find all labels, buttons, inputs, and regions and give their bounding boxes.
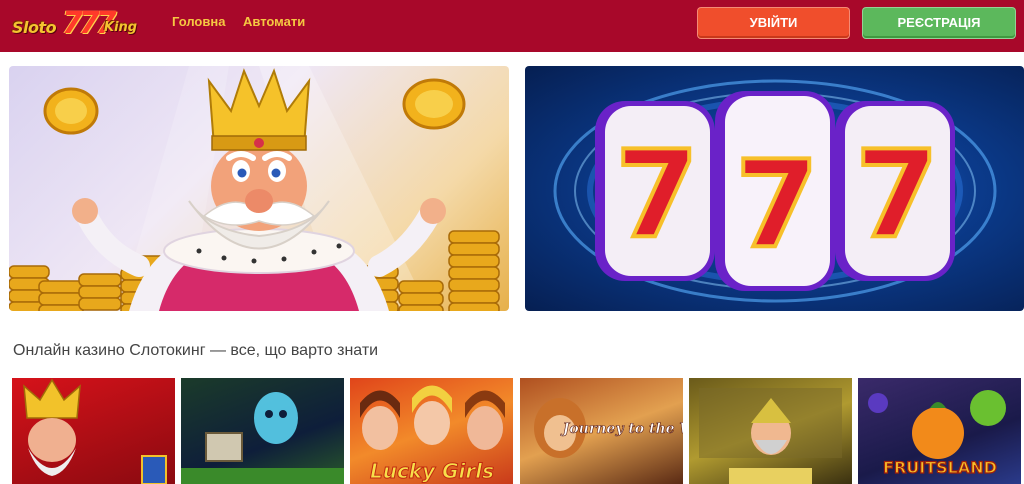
slotoking-logo[interactable]: Sloto 777 King [12, 6, 144, 42]
crown-icon [23, 378, 81, 419]
dwarf-game-art [699, 388, 842, 484]
ghost-game-art [181, 392, 344, 484]
register-button[interactable]: РЕЄСТРАЦІЯ [862, 7, 1016, 39]
fruitsland-game-art: FRUITSLAND [868, 390, 1006, 478]
seven-symbol-icon: 7 [615, 126, 699, 265]
orange-icon [912, 407, 964, 459]
journey-west-game-art: Journey to the West [534, 398, 683, 458]
king-coins-banner[interactable] [9, 66, 509, 311]
game-tile-journey-west[interactable]: Journey to the West [520, 378, 683, 484]
lucky-girls-logo-text: Lucky Girls [370, 459, 494, 483]
lime-icon [970, 390, 1006, 426]
page-title: Онлайн казино Слотокинг — все, що варто … [13, 342, 379, 359]
seven-symbol-icon: 7 [855, 126, 939, 265]
game-tile-ghost[interactable] [181, 378, 344, 484]
lucky-777-banner[interactable]: 7 7 7 [525, 66, 1024, 311]
seven-symbol-icon: 7 [735, 136, 819, 275]
slot-reels-illustration: 7 7 7 [553, 79, 997, 303]
game-tile-lucky-girls[interactable]: Lucky Girls [350, 378, 513, 484]
game-tile-king[interactable] [12, 378, 175, 484]
site-header: Sloto 777 King Головна Автомати УВІЙТИ Р… [0, 0, 1024, 52]
lucky-girls-game-art: Lucky Girls [360, 385, 505, 484]
nav-link-home[interactable]: Головна [172, 14, 225, 29]
nav-link-slots[interactable]: Автомати [243, 14, 305, 29]
gold-coin-icon [43, 87, 99, 135]
game-tile-dwarf[interactable] [689, 378, 852, 484]
login-button[interactable]: УВІЙТИ [697, 7, 850, 39]
game-tile-fruitsland[interactable]: FRUITSLAND [858, 378, 1021, 484]
logo-text-sloto: Sloto [12, 18, 57, 37]
journey-west-logo-text: Journey to the West [560, 421, 683, 437]
fruitsland-logo-text: FRUITSLAND [883, 458, 997, 477]
gold-coin-icon [402, 78, 466, 130]
king-illustration [9, 66, 500, 311]
king-game-art [23, 378, 167, 484]
logo-text-king: King [104, 20, 138, 35]
